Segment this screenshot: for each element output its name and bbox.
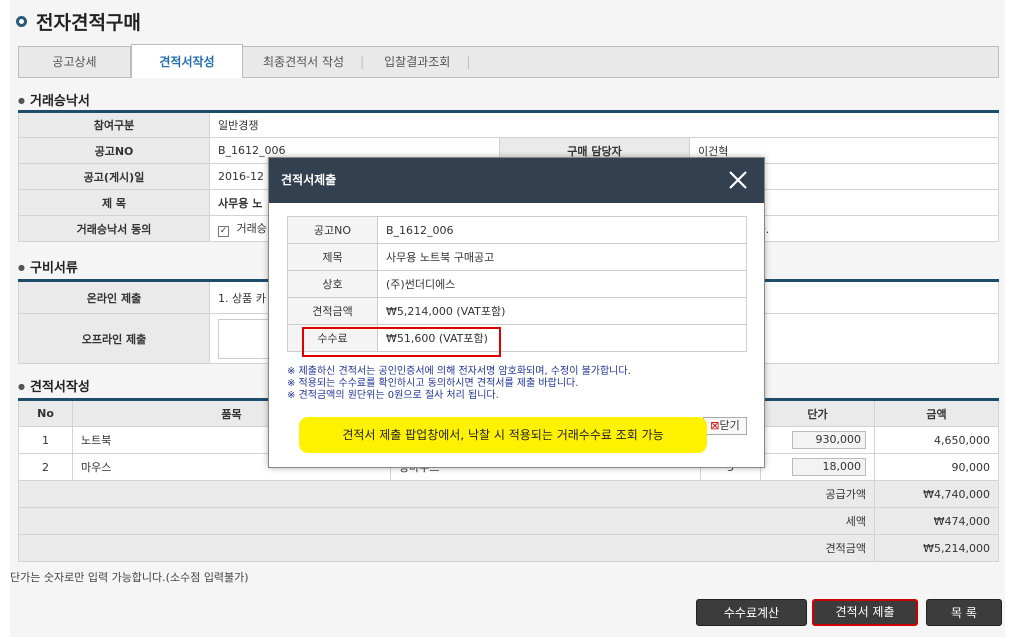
page-title: 전자견적구매: [16, 8, 141, 35]
row-no: 1: [18, 426, 73, 454]
tab-final-quote[interactable]: 최종견적서 작성: [243, 47, 364, 77]
participation-label: 참여구분: [18, 111, 210, 138]
section-quote-title: 견적서작성: [18, 376, 90, 395]
page-title-text: 전자견적구매: [36, 12, 141, 34]
agree-label: 거래승낙서 동의: [18, 215, 210, 242]
modal-notice-no-value: B_1612_006: [377, 216, 747, 244]
modal-notes: ※ 제출하신 견적서는 공인인증서에 의해 전자서명 암호화되며, 수정이 불가…: [287, 366, 631, 402]
title-bullet-icon: [16, 16, 27, 27]
submit-quote-button[interactable]: 견적서 제출: [812, 599, 918, 626]
offline-label: 오프라인 제출: [18, 313, 210, 364]
tab-bid-result[interactable]: 입찰결과조회: [364, 47, 471, 77]
modal-subject-label: 제목: [287, 243, 378, 271]
col-no-header: No: [18, 399, 73, 427]
close-icon[interactable]: [726, 168, 750, 192]
row-no: 2: [18, 453, 73, 481]
modal-amount-label: 견적금액: [287, 297, 378, 325]
callout-annotation: 견적서 제출 팝업창에서, 낙찰 시 적용되는 거래수수료 조회 가능: [299, 417, 707, 453]
total-label: 견적금액: [18, 534, 875, 562]
modal-note-2: ※ 적용되는 수수료를 확인하시고 동의하시면 견적서를 제출 바랍니다.: [287, 378, 579, 389]
agree-text: 거래승: [236, 222, 267, 235]
notice-date-label: 공고(게시)일: [18, 163, 210, 190]
modal-title: 견적서제출: [281, 173, 337, 187]
section-documents-title: 구비서류: [18, 257, 78, 276]
list-button[interactable]: 목 록: [926, 599, 1002, 626]
tab-bar: 공고상세 견적서작성 최종견적서 작성 입찰결과조회: [18, 44, 999, 78]
fee-calc-button[interactable]: 수수료계산: [696, 599, 807, 626]
row-price-cell: 930,000: [760, 426, 875, 454]
modal-note-1: ※ 제출하신 견적서는 공인인증서에 의해 전자서명 암호화되며, 수정이 불가…: [287, 366, 631, 377]
fee-highlight-box: [302, 327, 501, 357]
row-amount: 4,650,000: [874, 426, 999, 454]
section-consent-title: 거래승낙서: [18, 90, 90, 109]
supply-value: ₩4,740,000: [874, 480, 999, 508]
tax-value: ₩474,000: [874, 507, 999, 535]
online-label: 온라인 제출: [18, 280, 210, 314]
modal-header: 견적서제출: [269, 158, 764, 203]
modal-subject-value: 사무용 노트북 구매공고: [377, 243, 747, 271]
row-price-cell: 18,000: [760, 453, 875, 481]
tab-quote-write[interactable]: 견적서작성: [131, 44, 243, 78]
total-value: ₩5,214,000: [874, 534, 999, 562]
modal-notice-no-label: 공고NO: [287, 216, 378, 244]
modal-company-value: (주)썬더디에스: [377, 270, 747, 298]
col-amount-header: 금액: [874, 399, 999, 427]
col-price-header: 단가: [760, 399, 875, 427]
price-input-note: 단가는 숫자로만 입력 가능합니다.(소수점 입력불가): [10, 571, 249, 584]
unit-price-input[interactable]: 930,000: [792, 431, 866, 449]
participation-value: 일반경쟁: [209, 111, 999, 138]
modal-amount-value: ₩5,214,000 (VAT포함): [377, 297, 747, 325]
subject-label: 제 목: [18, 189, 210, 216]
agree-checkbox[interactable]: ✓: [218, 226, 229, 237]
modal-close-button[interactable]: ⊠닫기: [703, 417, 747, 435]
unit-price-input[interactable]: 18,000: [792, 458, 866, 476]
modal-company-label: 상호: [287, 270, 378, 298]
notice-no-label: 공고NO: [18, 137, 210, 164]
row-amount: 90,000: [874, 453, 999, 481]
modal-close-label: 닫기: [719, 419, 740, 432]
tab-notice-detail[interactable]: 공고상세: [19, 47, 131, 77]
modal-note-3: ※ 견적금액의 원단위는 0원으로 절사 처리 됩니다.: [287, 390, 499, 401]
tax-label: 세액: [18, 507, 875, 535]
supply-label: 공급가액: [18, 480, 875, 508]
